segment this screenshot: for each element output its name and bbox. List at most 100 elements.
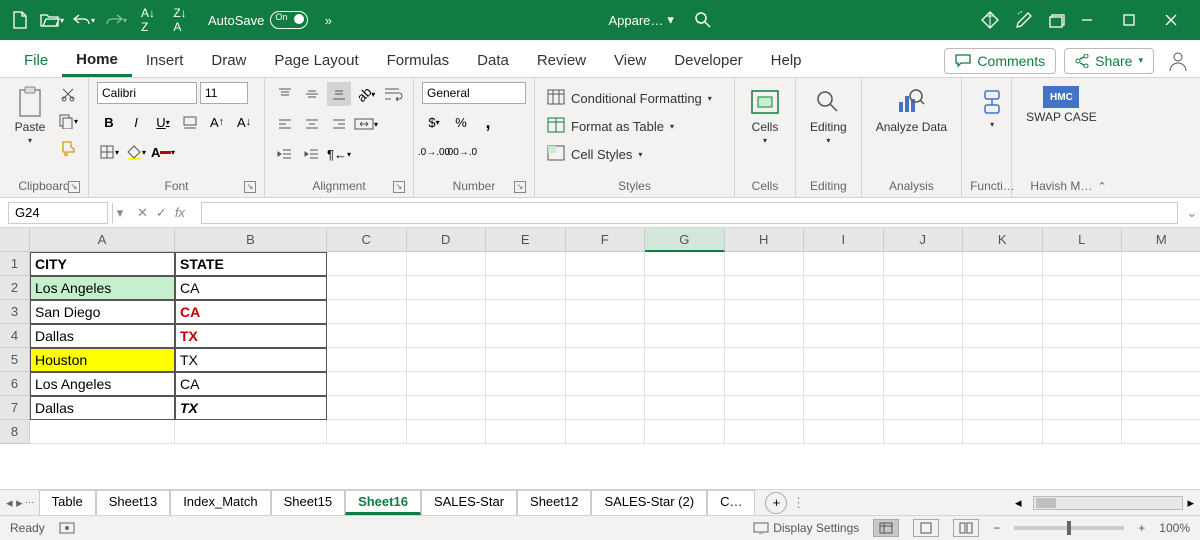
cell-D8[interactable] bbox=[407, 420, 487, 444]
pen-sparkle-icon[interactable] bbox=[1014, 10, 1034, 30]
number-format-select[interactable] bbox=[422, 82, 526, 104]
hscroll-right-icon[interactable]: ▸ bbox=[1187, 495, 1194, 511]
cell-E6[interactable] bbox=[486, 372, 566, 396]
fill-color-icon[interactable]: ▾ bbox=[124, 140, 148, 164]
dialog-launcher-icon[interactable]: ↘ bbox=[68, 181, 80, 193]
maximize-button[interactable] bbox=[1108, 0, 1150, 40]
cell-C7[interactable] bbox=[327, 396, 407, 420]
cell-J2[interactable] bbox=[884, 276, 964, 300]
sheet-tab-c-[interactable]: C… bbox=[707, 490, 755, 515]
cell-J6[interactable] bbox=[884, 372, 964, 396]
cell-A6[interactable]: Los Angeles bbox=[30, 372, 175, 396]
col-header-M[interactable]: M bbox=[1122, 228, 1200, 252]
cell-F6[interactable] bbox=[566, 372, 646, 396]
cell-H7[interactable] bbox=[725, 396, 805, 420]
toggle-switch-icon[interactable]: On bbox=[270, 11, 308, 29]
decrease-decimal-icon[interactable]: .00→.0 bbox=[449, 140, 473, 164]
row-header-2[interactable]: 2 bbox=[0, 276, 30, 300]
tab-view[interactable]: View bbox=[600, 46, 660, 75]
cell-A2[interactable]: Los Angeles bbox=[30, 276, 175, 300]
cell-K7[interactable] bbox=[963, 396, 1043, 420]
col-header-F[interactable]: F bbox=[566, 228, 646, 252]
comma-icon[interactable]: , bbox=[476, 110, 500, 134]
sheet-tab-sheet16[interactable]: Sheet16 bbox=[345, 490, 421, 515]
cell-M7[interactable] bbox=[1122, 396, 1200, 420]
document-name[interactable]: Appare… ▾ bbox=[608, 12, 673, 28]
display-settings-button[interactable]: Display Settings bbox=[753, 521, 859, 535]
cell-I8[interactable] bbox=[804, 420, 884, 444]
normal-view-button[interactable] bbox=[873, 519, 899, 537]
cell-J4[interactable] bbox=[884, 324, 964, 348]
sheet-tab-sheet12[interactable]: Sheet12 bbox=[517, 490, 591, 515]
share-button[interactable]: Share▾ bbox=[1064, 48, 1154, 74]
cell-D1[interactable] bbox=[407, 252, 487, 276]
align-top-icon[interactable] bbox=[273, 82, 297, 106]
tab-formulas[interactable]: Formulas bbox=[373, 46, 464, 75]
align-center-icon[interactable] bbox=[300, 112, 324, 136]
cell-E5[interactable] bbox=[486, 348, 566, 372]
open-file-icon[interactable]: ▾ bbox=[40, 8, 64, 32]
cell-F4[interactable] bbox=[566, 324, 646, 348]
cell-F8[interactable] bbox=[566, 420, 646, 444]
sort-asc-icon[interactable]: A↓Z bbox=[136, 8, 160, 32]
format-as-table-button[interactable]: Format as Table▾ bbox=[543, 114, 716, 138]
page-break-view-button[interactable] bbox=[953, 519, 979, 537]
name-box[interactable] bbox=[8, 202, 108, 224]
cell-C5[interactable] bbox=[327, 348, 407, 372]
cell-M8[interactable] bbox=[1122, 420, 1200, 444]
cut-icon[interactable] bbox=[56, 82, 80, 106]
cell-C3[interactable] bbox=[327, 300, 407, 324]
cell-I5[interactable] bbox=[804, 348, 884, 372]
cell-M3[interactable] bbox=[1122, 300, 1200, 324]
cell-A1[interactable]: CITY bbox=[30, 252, 175, 276]
new-file-icon[interactable] bbox=[8, 8, 32, 32]
cell-M1[interactable] bbox=[1122, 252, 1200, 276]
minimize-button[interactable] bbox=[1066, 0, 1108, 40]
tab-file[interactable]: File bbox=[10, 46, 62, 75]
undo-icon[interactable]: ▾ bbox=[72, 8, 96, 32]
more-commands-icon[interactable]: » bbox=[316, 8, 340, 32]
cell-F7[interactable] bbox=[566, 396, 646, 420]
cell-D5[interactable] bbox=[407, 348, 487, 372]
cell-B7[interactable]: TX bbox=[175, 396, 327, 420]
borders-icon[interactable]: ▾ bbox=[97, 140, 121, 164]
currency-icon[interactable]: $▾ bbox=[422, 110, 446, 134]
cell-A3[interactable]: San Diego bbox=[30, 300, 175, 324]
cancel-formula-icon[interactable]: ✕ bbox=[137, 205, 148, 221]
align-left-icon[interactable] bbox=[273, 112, 297, 136]
cell-A4[interactable]: Dallas bbox=[30, 324, 175, 348]
sheet-tab-table[interactable]: Table bbox=[39, 490, 96, 515]
align-middle-icon[interactable] bbox=[300, 82, 324, 106]
cell-L6[interactable] bbox=[1043, 372, 1123, 396]
zoom-slider[interactable] bbox=[1014, 526, 1124, 530]
accept-formula-icon[interactable]: ✓ bbox=[156, 205, 167, 221]
cell-L4[interactable] bbox=[1043, 324, 1123, 348]
editing-button[interactable]: Editing▾ bbox=[804, 82, 853, 149]
hscroll-left-icon[interactable]: ◂ bbox=[1015, 495, 1022, 511]
cell-D2[interactable] bbox=[407, 276, 487, 300]
cell-K4[interactable] bbox=[963, 324, 1043, 348]
font-color-icon[interactable]: A▾ bbox=[151, 140, 175, 164]
col-header-J[interactable]: J bbox=[884, 228, 964, 252]
cell-C1[interactable] bbox=[327, 252, 407, 276]
double-underline-icon[interactable] bbox=[178, 110, 202, 134]
decrease-indent-icon[interactable] bbox=[273, 142, 297, 166]
cell-K6[interactable] bbox=[963, 372, 1043, 396]
zoom-in-button[interactable]: + bbox=[1138, 521, 1145, 535]
dialog-launcher-icon[interactable]: ↘ bbox=[393, 181, 405, 193]
cell-J3[interactable] bbox=[884, 300, 964, 324]
cell-M4[interactable] bbox=[1122, 324, 1200, 348]
cell-styles-button[interactable]: Cell Styles▾ bbox=[543, 142, 716, 166]
cell-G6[interactable] bbox=[645, 372, 725, 396]
tab-developer[interactable]: Developer bbox=[660, 46, 756, 75]
collapse-ribbon-icon[interactable]: ⌃ bbox=[1098, 180, 1107, 193]
cell-L2[interactable] bbox=[1043, 276, 1123, 300]
cell-F2[interactable] bbox=[566, 276, 646, 300]
cell-B8[interactable] bbox=[175, 420, 327, 444]
cell-A5[interactable]: Houston bbox=[30, 348, 175, 372]
cell-B4[interactable]: TX bbox=[175, 324, 327, 348]
cell-H5[interactable] bbox=[725, 348, 805, 372]
cell-C8[interactable] bbox=[327, 420, 407, 444]
copy-icon[interactable]: ▾ bbox=[56, 109, 80, 133]
cell-A8[interactable] bbox=[30, 420, 175, 444]
